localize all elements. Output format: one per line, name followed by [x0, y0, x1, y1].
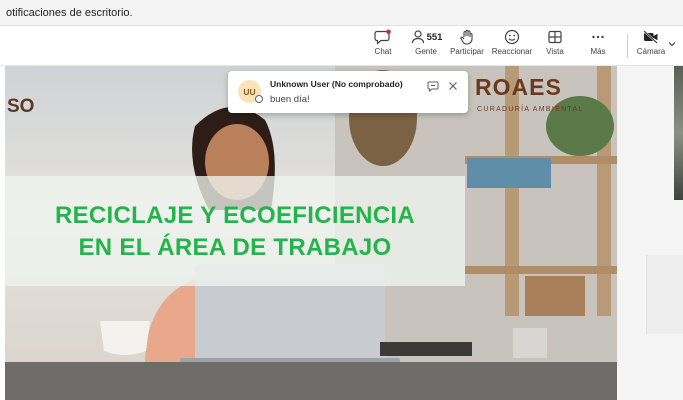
smiley-icon: [504, 29, 520, 45]
shared-content-stage: SO ROAES CURADURÍA AMBIENTAL RECICLAJE Y…: [0, 66, 683, 400]
chat-message-toast[interactable]: UU Unknown User (No comprobado) buen día…: [228, 71, 468, 113]
camera-label: Cámara: [636, 47, 666, 56]
people-button[interactable]: 551 Gente: [408, 29, 444, 63]
reply-icon[interactable]: [427, 80, 439, 92]
more-dots-icon: [592, 35, 604, 39]
toast-sender-name: Unknown User (No comprobado): [270, 79, 403, 89]
chat-label: Chat: [374, 47, 392, 56]
react-button[interactable]: Reaccionar: [491, 29, 533, 63]
teams-meeting-window: otificaciones de escritorio. Chat 551 Ge…: [0, 0, 683, 400]
notification-bar-text: otificaciones de escritorio.: [6, 7, 133, 19]
raise-hand-label: Participar: [450, 47, 484, 56]
slide-corner-text: SO: [7, 96, 35, 117]
grid-view-icon: [548, 30, 562, 44]
people-icon: [411, 30, 424, 44]
people-count: 551: [426, 31, 443, 43]
camera-off-icon: [643, 30, 658, 44]
chat-icon: [374, 29, 391, 45]
people-label: Gente: [415, 47, 437, 56]
slide-title-line-1: RECICLAJE Y ECOEFICIENCIA: [54, 202, 415, 229]
toast-message-text: buen día!: [270, 94, 310, 105]
presentation-slide: SO ROAES CURADURÍA AMBIENTAL RECICLAJE Y…: [5, 66, 617, 400]
chat-button[interactable]: Chat: [369, 29, 397, 63]
presence-badge-icon: [255, 95, 263, 103]
camera-button[interactable]: Cámara: [636, 29, 666, 63]
view-button[interactable]: Vista: [543, 29, 567, 63]
raise-hand-button[interactable]: Participar: [450, 29, 484, 63]
view-label: Vista: [546, 47, 564, 56]
toolbar-divider: [627, 34, 628, 58]
more-label: Más: [590, 47, 606, 56]
react-label: Reaccionar: [491, 47, 533, 56]
more-button[interactable]: Más: [585, 29, 611, 63]
slide-title-line-2: EN EL ÁREA DE TRABAJO: [78, 234, 392, 261]
meeting-toolbar: Chat 551 Gente Participar Reaccionar Vis…: [0, 26, 683, 66]
organization-logo-text: ROAES: [475, 74, 562, 100]
close-icon[interactable]: [447, 80, 459, 92]
participant-video-tile: [646, 255, 683, 334]
desktop-notification-bar: otificaciones de escritorio.: [0, 0, 683, 26]
raise-hand-icon: [460, 29, 473, 45]
organization-logo-subtitle: CURADURÍA AMBIENTAL: [477, 106, 584, 113]
slide-title-banner: RECICLAJE Y ECOEFICIENCIA EN EL ÁREA DE …: [5, 176, 465, 286]
participant-video-thumbnail[interactable]: [674, 66, 683, 200]
chevron-down-icon[interactable]: [666, 38, 678, 50]
